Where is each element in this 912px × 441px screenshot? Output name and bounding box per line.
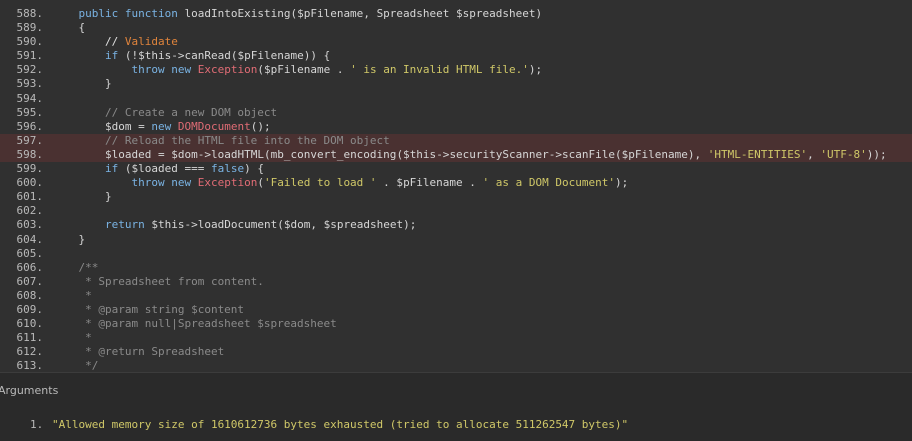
code-text: * Spreadsheet from content. — [52, 274, 264, 288]
code-line: 592. throw new Exception($pFilename . ' … — [0, 63, 912, 77]
code-line: 602. — [0, 204, 912, 218]
line-number: 608. — [16, 288, 44, 302]
line-number: 601. — [16, 190, 44, 204]
line-number: 592. — [16, 63, 44, 77]
line-number: 588. — [16, 7, 44, 20]
code-text: } — [52, 77, 112, 91]
code-line: 608. * — [0, 289, 912, 303]
code-line: 612. * @return Spreadsheet — [0, 345, 912, 359]
code-line: 589. { — [0, 21, 912, 35]
line-number: 597. — [16, 133, 44, 147]
code-text: * — [52, 331, 92, 345]
line-number: 611. — [16, 331, 44, 345]
code-text: $loaded = $dom->loadHTML(mb_convert_enco… — [52, 147, 887, 161]
line-number: 596. — [16, 119, 44, 133]
line-number: 603. — [16, 218, 44, 232]
argument-index: 1. — [30, 418, 44, 431]
code-text: * @return Spreadsheet — [52, 345, 225, 359]
code-text: // Create a new DOM object — [52, 105, 278, 119]
arguments-list: 1. "Allowed memory size of 1610612736 by… — [0, 409, 912, 441]
code-line: 591. if (!$this->canRead($pFilename)) { — [0, 49, 912, 63]
code-text: return $this->loadDocument($dom, $spread… — [104, 218, 417, 232]
line-number: 604. — [16, 232, 44, 246]
line-number: 591. — [16, 49, 44, 63]
code-line: 601. } — [0, 190, 912, 204]
code-line: 611. * — [0, 331, 912, 345]
code-line: 599. if ($loaded === false) { — [0, 162, 912, 176]
arguments-header: Arguments — [0, 372, 912, 409]
line-number: 610. — [16, 317, 44, 331]
code-line: 604. } — [0, 233, 912, 247]
line-number: 605. — [16, 246, 44, 260]
code-text: // Validate — [52, 35, 178, 49]
code-text: throw new Exception($pFilename . ' is an… — [131, 63, 543, 77]
code-line: 595. // Create a new DOM object — [0, 106, 912, 120]
code-text: } — [52, 232, 86, 246]
code-line: 596. $dom = new DOMDocument(); — [0, 120, 912, 134]
code-text: */ — [52, 359, 99, 372]
code-line: 606. /** — [0, 261, 912, 275]
code-line: 605. — [0, 247, 912, 261]
code-line: 613. */ — [0, 359, 912, 372]
code-text: * @param null|Spreadsheet $spreadsheet — [52, 317, 337, 331]
code-text: if (!$this->canRead($pFilename)) { — [104, 49, 331, 63]
code-line: 597. // Reload the HTML file into the DO… — [0, 133, 912, 148]
code-text: } — [52, 190, 112, 204]
code-text: public function loadIntoExisting($pFilen… — [78, 7, 543, 20]
line-number: 600. — [16, 176, 44, 190]
line-number: 602. — [16, 204, 44, 218]
code-text: { — [52, 21, 86, 35]
line-number: 607. — [16, 274, 44, 288]
code-line: 607. * Spreadsheet from content. — [0, 275, 912, 289]
code-line: 594. — [0, 92, 912, 106]
code-text: * @param string $content — [52, 302, 245, 316]
code-text: /** — [52, 260, 99, 274]
line-number: 590. — [16, 35, 44, 49]
code-line: 590. // Validate — [0, 35, 912, 49]
line-number: 595. — [16, 105, 44, 119]
code-text: $dom = new DOMDocument(); — [52, 119, 271, 133]
code-text: throw new Exception('Failed to load ' . … — [131, 176, 629, 190]
code-text: * — [52, 288, 92, 302]
code-line: 603. return $this->loadDocument($dom, $s… — [0, 218, 912, 232]
code-line: 588. public function loadIntoExisting($p… — [0, 7, 912, 21]
line-number: 593. — [16, 77, 44, 91]
line-number: 609. — [16, 302, 44, 316]
code-line: 593. } — [0, 77, 912, 91]
argument-value: "Allowed memory size of 1610612736 bytes… — [52, 418, 629, 431]
code-line: 600. throw new Exception('Failed to load… — [0, 176, 912, 190]
line-number: 599. — [16, 162, 44, 176]
code-line: 598. $loaded = $dom->loadHTML(mb_convert… — [0, 147, 912, 163]
line-number: 612. — [16, 345, 44, 359]
code-text: // Reload the HTML file into the DOM obj… — [52, 133, 390, 147]
code-line: 609. * @param string $content — [0, 303, 912, 317]
code-viewer: 588. public function loadIntoExisting($p… — [0, 0, 912, 372]
line-number: 594. — [16, 91, 44, 105]
line-number: 606. — [16, 260, 44, 274]
code-text: if ($loaded === false) { — [104, 162, 264, 176]
code-line: 610. * @param null|Spreadsheet $spreadsh… — [0, 317, 912, 331]
line-number: 598. — [16, 147, 44, 161]
line-number: 613. — [16, 359, 44, 372]
line-number: 589. — [16, 21, 44, 35]
